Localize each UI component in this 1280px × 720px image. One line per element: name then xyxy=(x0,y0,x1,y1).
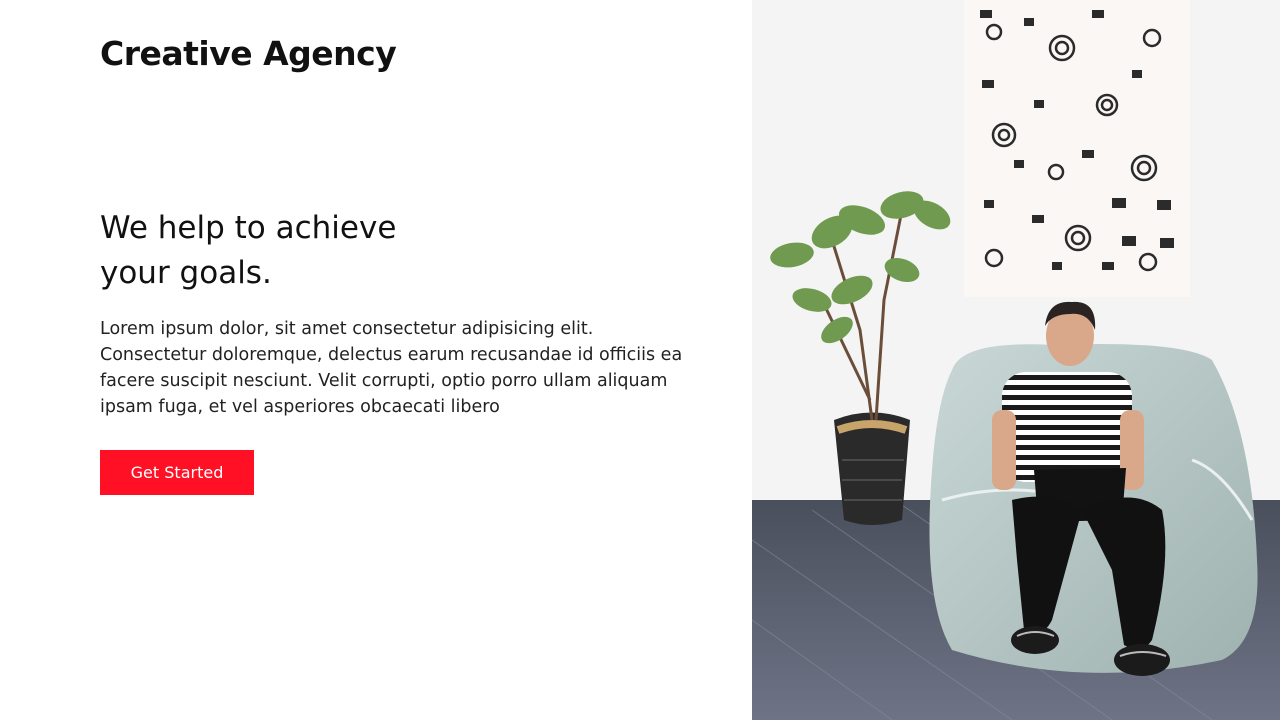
hero-description-line: Consectetur doloremque, delectus earum r… xyxy=(100,345,683,365)
hero-heading-line: We help to achieve xyxy=(100,210,397,246)
hero-description-line: Lorem ipsum dolor, sit amet consectetur … xyxy=(100,319,594,339)
hero-heading: We help to achieve your goals. xyxy=(100,206,520,296)
hero-description: Lorem ipsum dolor, sit amet consectetur … xyxy=(100,316,720,420)
hero-description-line: ipsam fuga, et vel asperiores obcaecati … xyxy=(100,397,500,417)
hero-description-line: facere suscipit nesciunt. Velit corrupti… xyxy=(100,371,668,391)
hero-photo xyxy=(752,0,1280,720)
get-started-button[interactable]: Get Started xyxy=(100,450,254,495)
hero-heading-line: your goals. xyxy=(100,255,272,291)
brand-logo[interactable]: Creative Agency xyxy=(100,34,397,73)
